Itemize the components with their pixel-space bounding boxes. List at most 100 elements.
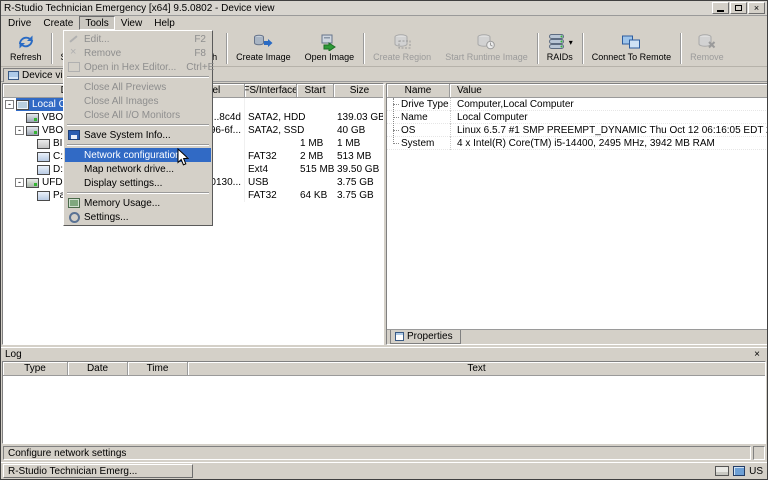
column-header-start[interactable]: Start xyxy=(297,84,334,97)
title-bar: R-Studio Technician Emergency [x64] 9.5.… xyxy=(1,1,767,16)
status-bar: Configure network settings xyxy=(1,444,767,462)
close-button[interactable]: × xyxy=(748,2,765,14)
mouse-cursor xyxy=(177,148,189,169)
column-header-text[interactable]: Text xyxy=(188,362,765,375)
column-header-size[interactable]: Size xyxy=(334,84,385,97)
keyboard-icon[interactable] xyxy=(715,466,729,476)
menu-separator xyxy=(67,144,209,146)
app-window: R-Studio Technician Emergency [x64] 9.5.… xyxy=(0,0,768,480)
menu-item-map-network-drive[interactable]: Map network drive... xyxy=(65,162,211,176)
blank-icon xyxy=(68,110,80,120)
property-row-name[interactable]: Name Local Computer xyxy=(387,111,768,124)
column-header-type[interactable]: Type xyxy=(3,362,68,375)
toolbar-separator xyxy=(680,33,681,64)
column-header-value[interactable]: Value xyxy=(450,84,768,97)
edit-icon xyxy=(68,34,80,44)
display-icon[interactable] xyxy=(733,466,745,476)
menu-item-display-settings[interactable]: Display settings... xyxy=(65,176,211,190)
menu-separator xyxy=(67,124,209,126)
system-tray: US xyxy=(715,466,763,477)
raids-icon xyxy=(547,33,567,51)
toolbar-separator xyxy=(363,33,364,64)
property-row-os[interactable]: OS Linux 6.5.7 #1 SMP PREEMPT_DYNAMIC Th… xyxy=(387,124,768,137)
menu-item-open-in-hex-editor[interactable]: Open in Hex Editor... Ctrl+E xyxy=(65,60,211,74)
computer-icon xyxy=(16,100,29,110)
hard-drive-icon xyxy=(26,113,39,123)
minimize-button[interactable] xyxy=(712,2,729,14)
properties-icon xyxy=(395,332,404,341)
partition-icon xyxy=(37,191,50,201)
menu-bar: Drive Create Tools View Help xyxy=(1,16,767,30)
taskbar: R-Studio Technician Emerg... US xyxy=(1,462,767,479)
menu-item-remove[interactable]: Remove F8 xyxy=(65,46,211,60)
column-header-fs-interface[interactable]: FS/Interface xyxy=(245,84,297,97)
column-header-date[interactable]: Date xyxy=(68,362,128,375)
toolbar-separator xyxy=(582,33,583,64)
create-image-button[interactable]: Create Image xyxy=(229,31,298,66)
connect-to-remote-icon xyxy=(621,33,641,51)
properties-panel: Name Value Drive Type Computer,Local Com… xyxy=(386,83,768,345)
menu-create[interactable]: Create xyxy=(37,16,79,30)
remove-button[interactable]: Remove xyxy=(683,31,731,66)
remove-icon xyxy=(68,48,80,58)
property-row-drive-type[interactable]: Drive Type Computer,Local Computer xyxy=(387,98,768,111)
toolbar-separator xyxy=(226,33,227,64)
menu-item-settings[interactable]: Settings... xyxy=(65,210,211,224)
menu-separator xyxy=(67,76,209,78)
maximize-icon xyxy=(735,5,742,11)
menu-item-edit[interactable]: Edit... F2 xyxy=(65,32,211,46)
gear-icon xyxy=(68,212,80,222)
menu-drive[interactable]: Drive xyxy=(2,16,37,30)
menu-item-close-all-images[interactable]: Close All Images xyxy=(65,94,211,108)
menu-item-memory-usage[interactable]: Memory Usage... xyxy=(65,196,211,210)
language-indicator[interactable]: US xyxy=(749,466,763,477)
menu-item-close-all-previews[interactable]: Close All Previews xyxy=(65,80,211,94)
properties-table-header: Name Value xyxy=(387,84,768,98)
expander-icon[interactable] xyxy=(5,100,14,109)
log-title: Log xyxy=(5,349,22,360)
menu-item-network-configuration[interactable]: Network configuration... xyxy=(65,148,211,162)
raids-dropdown-arrow[interactable]: ▾ xyxy=(569,38,573,47)
minimize-icon xyxy=(717,10,724,12)
log-close-button[interactable]: × xyxy=(751,349,763,360)
expander-icon[interactable] xyxy=(15,126,24,135)
log-title-bar: Log × xyxy=(1,348,767,361)
raids-button[interactable]: ▾ RAIDs xyxy=(540,31,580,66)
column-header-name[interactable]: Name xyxy=(387,84,450,97)
menu-tools[interactable]: Tools xyxy=(79,16,114,30)
blank-icon xyxy=(68,164,80,174)
taskbar-app-button[interactable]: R-Studio Technician Emerg... xyxy=(3,464,193,478)
create-region-button[interactable]: Create Region xyxy=(366,31,438,66)
save-icon xyxy=(68,130,80,140)
blank-icon xyxy=(68,150,80,160)
hex-editor-icon xyxy=(68,62,80,72)
remove-icon xyxy=(697,33,717,51)
status-grip xyxy=(753,446,765,460)
toolbar-separator xyxy=(51,33,52,64)
menu-separator xyxy=(67,192,209,194)
toolbar-separator xyxy=(537,33,538,64)
log-body xyxy=(3,376,765,443)
maximize-button[interactable] xyxy=(730,2,747,14)
open-image-icon xyxy=(319,33,339,51)
partition-icon xyxy=(37,139,50,149)
properties-rows: Drive Type Computer,Local Computer Name … xyxy=(387,98,768,329)
start-runtime-image-icon xyxy=(476,33,496,51)
open-image-button[interactable]: Open Image xyxy=(298,31,362,66)
menu-item-save-system-info[interactable]: Save System Info... xyxy=(65,128,211,142)
refresh-button[interactable]: Refresh xyxy=(3,31,49,66)
partition-icon xyxy=(37,165,50,175)
memory-icon xyxy=(68,198,80,208)
partition-icon xyxy=(37,152,50,162)
menu-view[interactable]: View xyxy=(115,16,149,30)
property-row-system[interactable]: System 4 x Intel(R) Core(TM) i5-14400, 2… xyxy=(387,137,768,150)
start-runtime-image-button[interactable]: Start Runtime Image xyxy=(438,31,535,66)
menu-item-close-all-io-monitors[interactable]: Close All I/O Monitors xyxy=(65,108,211,122)
connect-to-remote-button[interactable]: Connect To Remote xyxy=(585,31,678,66)
expander-icon[interactable] xyxy=(15,178,24,187)
tab-properties[interactable]: Properties xyxy=(390,330,461,344)
menu-help[interactable]: Help xyxy=(148,16,181,30)
hard-drive-icon xyxy=(26,126,39,136)
close-icon: × xyxy=(754,4,759,13)
column-header-time[interactable]: Time xyxy=(128,362,188,375)
